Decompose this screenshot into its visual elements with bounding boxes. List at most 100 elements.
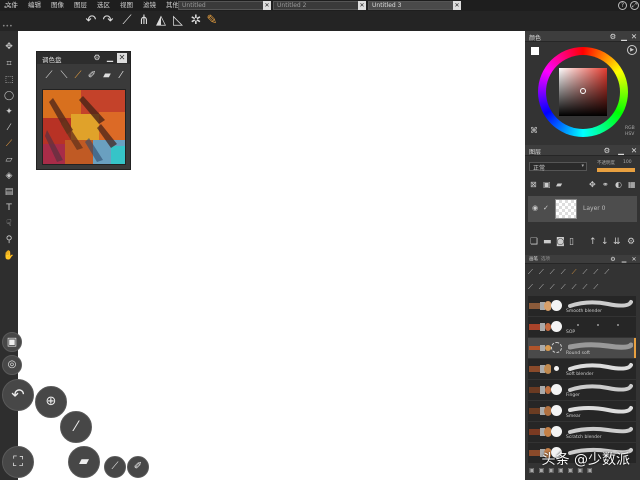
brush-item-selected[interactable]: Round soft [528,338,636,358]
crop-icon[interactable]: ⌗ [2,58,16,71]
merge-icon[interactable]: ⇊ [613,237,621,247]
color-panel-header[interactable]: 颜色 ⚙ ▁ ✕ [525,31,640,42]
layer-stack-button[interactable]: ▣ [2,332,22,352]
brush-panel-header[interactable]: 画笔 选项 ⚙ ▁ ✕ [525,255,640,264]
smudge-icon[interactable]: ☟ [2,218,16,231]
knife-icon[interactable]: ⟍ [58,69,70,83]
layer-lock-icon[interactable]: ⊠ [530,180,537,189]
hsv-mode-label[interactable]: HSV [625,132,634,137]
rgb-mode-label[interactable]: RGB [625,126,635,131]
fit-screen-button[interactable]: ⛶ [2,446,34,478]
gear-icon[interactable]: ⚙ [608,31,618,42]
gear-icon[interactable]: ⚙ [608,255,618,264]
layer-link-icon[interactable]: ⚭ [602,180,609,189]
paintbrush-icon[interactable]: ⟋ [2,138,16,151]
move-down-icon[interactable]: ↓ [601,237,609,247]
smear-icon[interactable]: ✐ [86,69,98,83]
eyedropper-icon[interactable]: ⁄ [2,122,16,135]
brush-category-row-2[interactable]: ⟋⟋⟋⟋⟋⟋⟋ [528,283,638,295]
fullscreen-icon[interactable]: ⤢ [630,1,639,10]
expand-icon[interactable]: ⌘ [530,126,538,135]
pencil-icon[interactable]: ✎ [204,13,220,29]
brush-button[interactable]: ⟋ [104,456,126,478]
eyedropper-icon[interactable]: ⁄ [115,69,127,83]
undo-button[interactable]: ↶ [2,379,34,411]
layer-alpha-icon[interactable]: ▦ [628,180,636,189]
eyedropper-button[interactable]: ⁄ [60,411,92,443]
new-layer-icon[interactable]: ❏ [530,237,538,247]
layer-move-icon[interactable]: ✥ [589,180,596,189]
rect-select-icon[interactable]: ⬚ [2,74,16,87]
help-button[interactable]: ? [618,1,627,10]
minimize-icon[interactable]: ▁ [619,255,629,264]
eye-icon[interactable]: ◉ [532,204,538,212]
minimize-icon[interactable]: ▁ [616,145,626,156]
tab-options[interactable]: 选项 [541,256,550,262]
layers-panel-header[interactable]: 图层 ⚙ ▁ ✕ [525,145,640,156]
undo-icon[interactable]: ↶ [83,13,99,29]
minimize-icon[interactable]: ▁ [105,53,115,63]
tab-brushes[interactable]: 画笔 [529,256,538,262]
trash-icon[interactable]: ▯ [569,237,574,247]
settings-gear-icon[interactable]: ✲ [188,13,204,29]
layer-row[interactable]: ◉ ✓ Layer 0 [528,196,637,222]
brush-item[interactable]: Smooth blender [528,296,636,316]
text-icon[interactable]: T [2,202,16,215]
play-icon[interactable]: ▶ [627,45,637,55]
layer-eraser-icon[interactable]: ▰ [556,180,562,189]
close-icon[interactable]: ✕ [358,1,366,10]
color-wheel-button[interactable]: ⊕ [35,386,67,418]
eraser-icon[interactable]: ▰ [101,69,113,83]
move-up-icon[interactable]: ↑ [589,237,597,247]
symmetry-icon[interactable]: ⋔ [136,13,152,29]
brush-item[interactable]: Scratch blender [528,422,636,442]
close-icon[interactable]: ✕ [629,31,639,42]
layer-mask-icon[interactable]: ▣ [543,180,551,189]
move-icon[interactable]: ✥ [2,41,16,54]
menu-edit[interactable]: 编辑 [23,0,46,11]
hand-icon[interactable]: ✋ [2,250,16,263]
minimize-icon[interactable]: ▁ [619,31,629,42]
brush-category-row-1[interactable]: ⟋⟋⟋⟋⟋⟋⟋⟋ [528,268,638,280]
menu-layer[interactable]: 图层 [69,0,92,11]
blend-mode-select[interactable]: 正常 ▾ [529,162,587,172]
doc-tab-untitled[interactable]: Untitled ✕ [178,1,271,10]
color-picker-handle[interactable] [580,88,586,94]
active-brush-icon[interactable]: ⟋ [72,69,84,83]
perspective-icon[interactable]: ◭ [153,13,169,29]
close-icon[interactable]: ✕ [117,53,127,63]
gear-icon[interactable]: ⚙ [92,53,102,63]
brush-tool-icon[interactable]: ⟋ [119,13,135,29]
mask-add-icon[interactable]: ◙ [556,237,565,247]
current-color-swatch[interactable] [531,47,539,55]
close-icon[interactable]: ✕ [629,255,639,264]
active-brush-icon[interactable]: ⟋ [572,268,583,276]
smudge-button[interactable]: ✐ [127,456,149,478]
menu-view[interactable]: 视图 [115,0,138,11]
redo-icon[interactable]: ↷ [100,13,116,29]
lasso-icon[interactable]: ◯ [2,90,16,103]
menu-select[interactable]: 选区 [92,0,115,11]
palette-titlebar[interactable]: 调色盘 ⚙ ▁ ✕ [37,52,130,64]
palette-mixing-area[interactable] [42,89,126,165]
magic-wand-icon[interactable]: ✦ [2,106,16,119]
check-icon[interactable]: ✓ [543,204,549,212]
brush-item[interactable]: SOP [528,317,636,337]
opacity-slider[interactable] [597,168,635,172]
doc-tab-untitled-3[interactable]: Untitled 3 ✕ [368,1,461,10]
gear-icon[interactable]: ⚙ [602,145,612,156]
brush-item[interactable]: Soft blender [528,359,636,379]
brush-icon[interactable]: ⟋ [43,69,55,83]
ruler-icon[interactable]: ◺ [170,13,186,29]
brush-item[interactable]: Finger [528,380,636,400]
close-icon[interactable]: ✕ [263,1,271,10]
menu-image[interactable]: 图像 [46,0,69,11]
close-icon[interactable]: ✕ [453,1,461,10]
gear-icon[interactable]: ⚙ [627,237,635,247]
menu-filter[interactable]: 滤镜 [138,0,161,11]
gradient-icon[interactable]: ▤ [2,186,16,199]
fill-bucket-icon[interactable]: ◈ [2,170,16,183]
close-icon[interactable]: ✕ [629,145,639,156]
eraser-icon[interactable]: ▱ [2,154,16,167]
eraser-button[interactable]: ▰ [68,446,100,478]
